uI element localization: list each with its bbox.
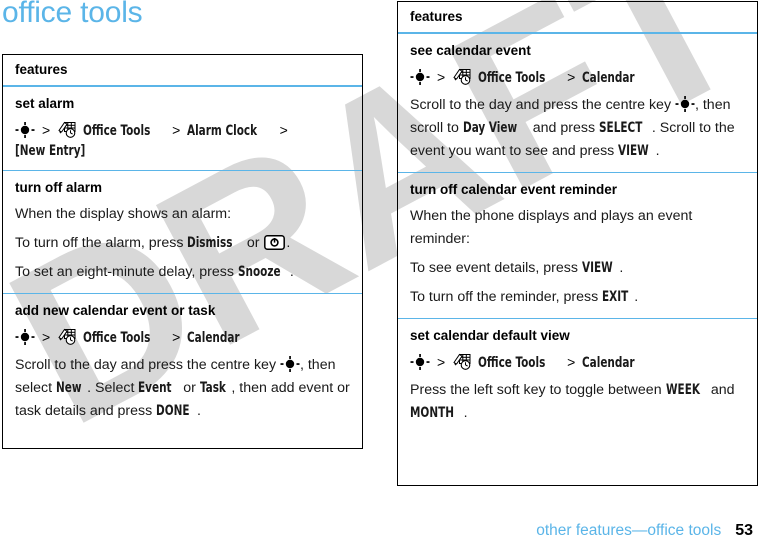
menu-item-label: Office Tools	[478, 355, 546, 371]
softkey-label: Event	[138, 380, 172, 396]
instruction-line: When the phone displays and plays an eve…	[410, 205, 745, 251]
softkey-label: VIEW	[581, 260, 613, 276]
instruction-line: To turn off the reminder, press EXIT.	[410, 286, 745, 309]
instruction-text: Scroll to the day and press the centre k…	[15, 357, 280, 373]
instruction-text: When the display shows an alarm:	[15, 206, 232, 222]
instruction-line: To turn off the alarm, press Dismiss or …	[15, 232, 350, 255]
instruction-text: .	[463, 405, 468, 421]
instruction-text: .	[634, 289, 639, 305]
softkey-label: WEEK	[665, 382, 700, 398]
instruction-text: To see event details, press	[410, 260, 582, 276]
menu-item-label: Calendar	[582, 355, 635, 371]
office-tools-icon	[58, 121, 77, 139]
row-title: set alarm	[15, 96, 75, 111]
instruction-line: To see event details, press VIEW.	[410, 257, 745, 280]
instruction-line: Scroll to the day and press the centre k…	[410, 94, 745, 163]
instruction-line: Scroll to the day and press the centre k…	[15, 354, 350, 423]
menu-item-label: Office Tools	[478, 70, 546, 86]
menu-item-label: Calendar	[582, 70, 635, 86]
menu-path: > Office Tools > Calendar	[15, 327, 350, 348]
page-footer: other features—office tools 53	[536, 522, 753, 540]
row-title: add new calendar event or task	[15, 303, 216, 318]
path-separator: >	[41, 122, 51, 138]
path-separator: >	[567, 354, 576, 370]
path-separator: >	[279, 122, 288, 138]
path-separator: >	[172, 122, 181, 138]
instruction-text: .	[197, 403, 201, 419]
path-separator: >	[436, 354, 446, 370]
page-title: office tools	[2, 0, 143, 29]
table-header-features-left: features	[3, 55, 362, 87]
menu-item-label: Day View	[462, 120, 517, 136]
instruction-text: or	[179, 380, 200, 396]
instruction-line: Press the left soft key to toggle betwee…	[410, 379, 745, 425]
instruction-line: To set an eight-minute delay, press Snoo…	[15, 261, 350, 284]
office-tools-icon	[58, 328, 77, 346]
instruction-text: .	[619, 260, 624, 276]
office-tools-icon	[453, 353, 472, 371]
center-key-icon	[15, 122, 35, 138]
softkey-label: New	[56, 380, 82, 396]
table-row: add new calendar event or task > Office …	[3, 294, 362, 432]
features-table-right: features see calendar event > Office Too…	[397, 1, 758, 486]
path-separator: >	[172, 329, 181, 345]
table-row: see calendar event > Office Tools > Cale…	[398, 34, 757, 173]
instruction-text: or	[242, 235, 264, 251]
table-row: set calendar default view > Office Tools…	[398, 319, 757, 434]
path-separator: >	[436, 69, 446, 85]
menu-item-label: Calendar	[187, 330, 240, 346]
softkey-label: VIEW	[618, 143, 649, 159]
table-row: turn off alarm When the display shows an…	[3, 171, 362, 294]
softkey-label: EXIT	[602, 289, 629, 305]
instruction-text: To turn off the reminder, press	[410, 289, 603, 305]
row-title: see calendar event	[410, 43, 531, 58]
instruction-text: To turn off the alarm, press	[15, 235, 188, 251]
table-row: set alarm > Office Tools > Alarm Clock >…	[3, 87, 362, 171]
instruction-text: and	[706, 382, 735, 398]
instruction-text: and press	[528, 120, 600, 136]
softkey-label: Task	[199, 380, 226, 396]
menu-path: > Office Tools > Alarm Clock > [New Entr…	[15, 120, 350, 161]
instruction-text: Scroll to the day and press the centre k…	[410, 97, 675, 113]
row-title: turn off alarm	[15, 180, 103, 195]
features-table-left: features set alarm > Office Tools > Alar…	[2, 54, 363, 449]
table-row: turn off calendar event reminder When th…	[398, 173, 757, 319]
instruction-text: To set an eight-minute delay, press	[15, 264, 238, 280]
footer-breadcrumb: other features—office tools	[536, 522, 722, 539]
center-key-icon	[15, 329, 35, 345]
power-key-icon	[264, 235, 286, 250]
instruction-text: When the phone displays and plays an eve…	[410, 208, 693, 247]
row-title: turn off calendar event reminder	[410, 182, 618, 197]
table-header-features-right: features	[398, 2, 757, 34]
instruction-text: Press the left soft key to toggle betwee…	[410, 382, 666, 398]
softkey-label: Dismiss	[187, 235, 233, 251]
menu-item-label: Office Tools	[83, 123, 151, 139]
path-separator: >	[41, 329, 51, 345]
center-key-icon	[675, 96, 695, 112]
softkey-label: Snooze	[237, 264, 281, 280]
softkey-label: MONTH	[410, 405, 454, 421]
instruction-line: When the display shows an alarm:	[15, 203, 350, 226]
menu-item-label: [New Entry]	[15, 143, 86, 159]
menu-path: > Office Tools > Calendar	[410, 352, 745, 373]
menu-path: > Office Tools > Calendar	[410, 67, 745, 88]
center-key-icon	[410, 69, 430, 85]
office-tools-icon	[453, 68, 472, 86]
instruction-text: .	[655, 143, 660, 159]
page-number: 53	[735, 522, 753, 539]
menu-item-label: Alarm Clock	[187, 123, 258, 139]
softkey-label: SELECT	[599, 120, 643, 136]
menu-item-label: Office Tools	[83, 330, 151, 346]
center-key-icon	[280, 356, 300, 372]
instruction-text: . Select	[87, 380, 139, 396]
softkey-label: DONE	[156, 403, 190, 419]
row-title: set calendar default view	[410, 328, 570, 343]
instruction-text: .	[289, 264, 294, 280]
center-key-icon	[410, 354, 430, 370]
instruction-text: .	[286, 235, 291, 251]
path-separator: >	[567, 69, 576, 85]
